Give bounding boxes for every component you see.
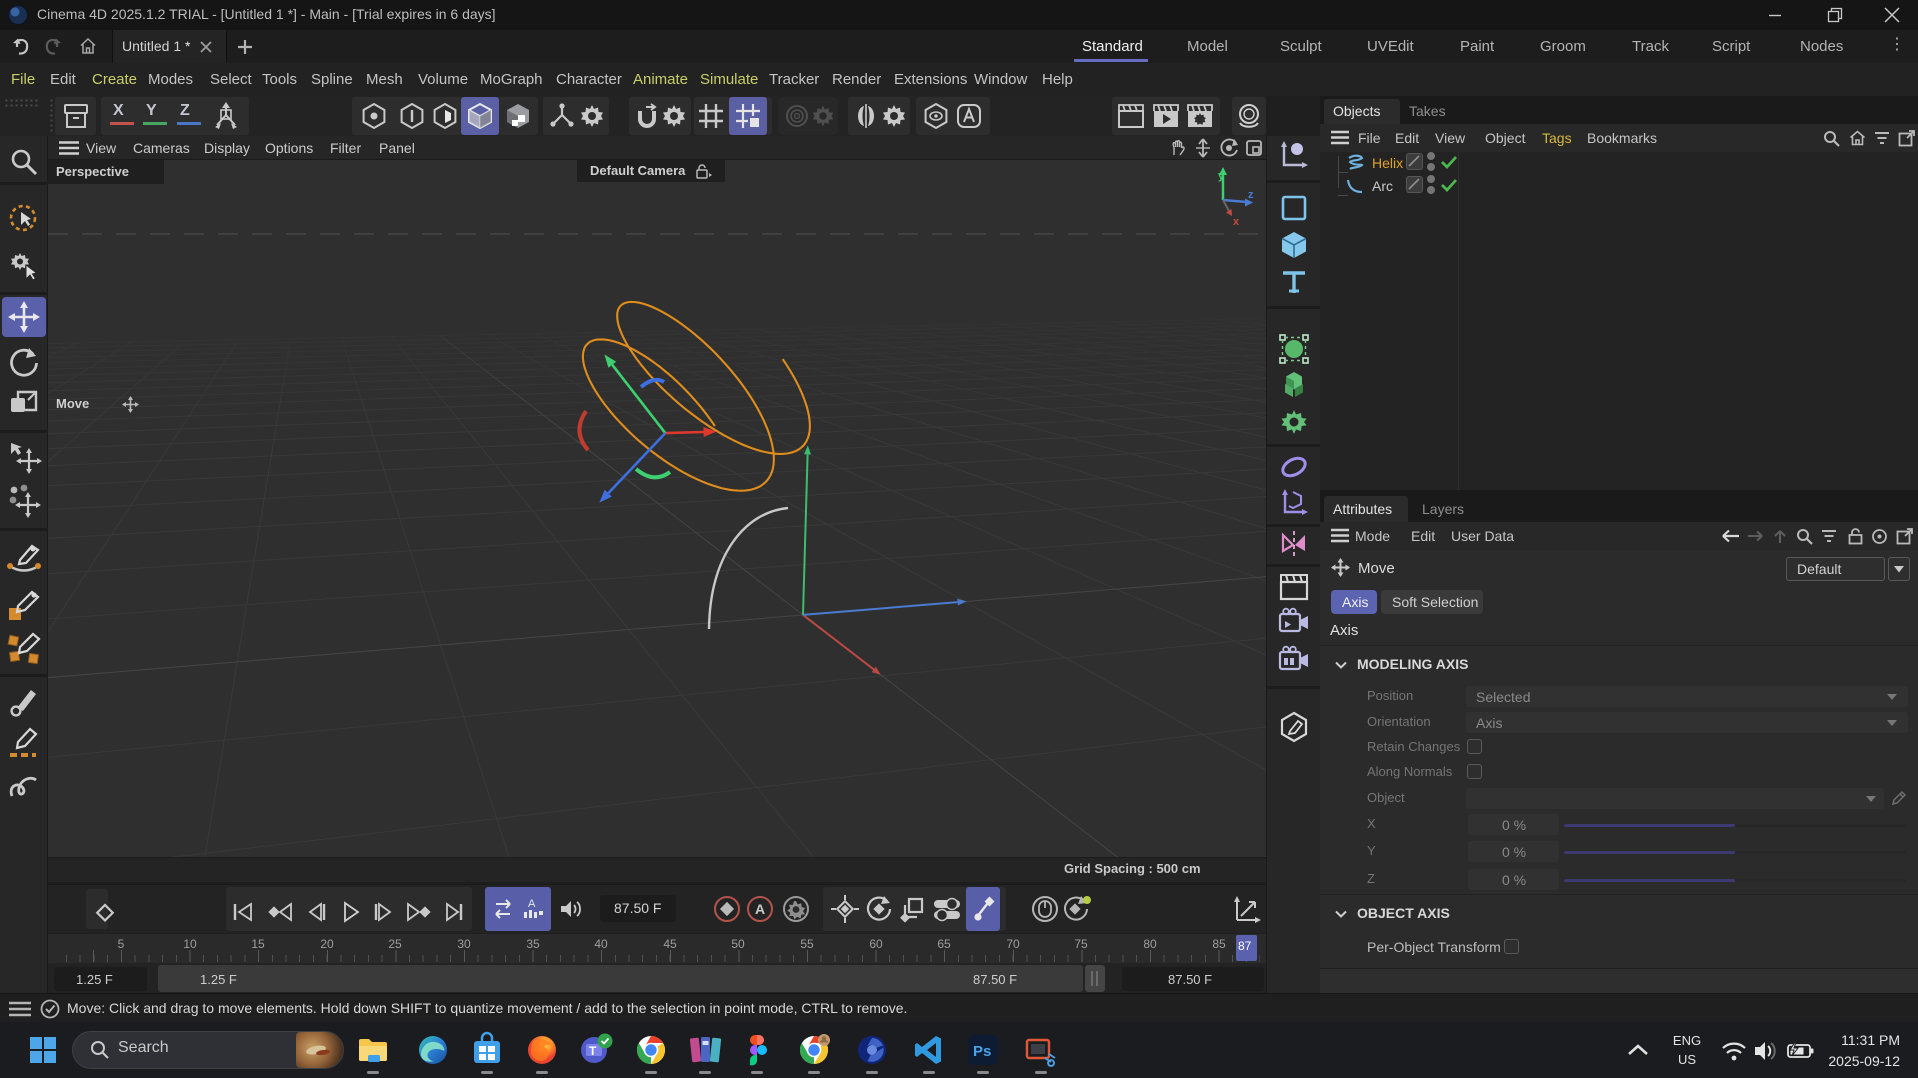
svg-text:A: A <box>755 901 765 917</box>
svg-text:x: x <box>1233 216 1240 228</box>
svg-text:T: T <box>589 1044 597 1058</box>
svg-text:Ps: Ps <box>973 1043 991 1060</box>
svg-text:z: z <box>1248 189 1254 201</box>
svg-text:y: y <box>1218 170 1225 182</box>
svg-text:A: A <box>528 898 536 910</box>
